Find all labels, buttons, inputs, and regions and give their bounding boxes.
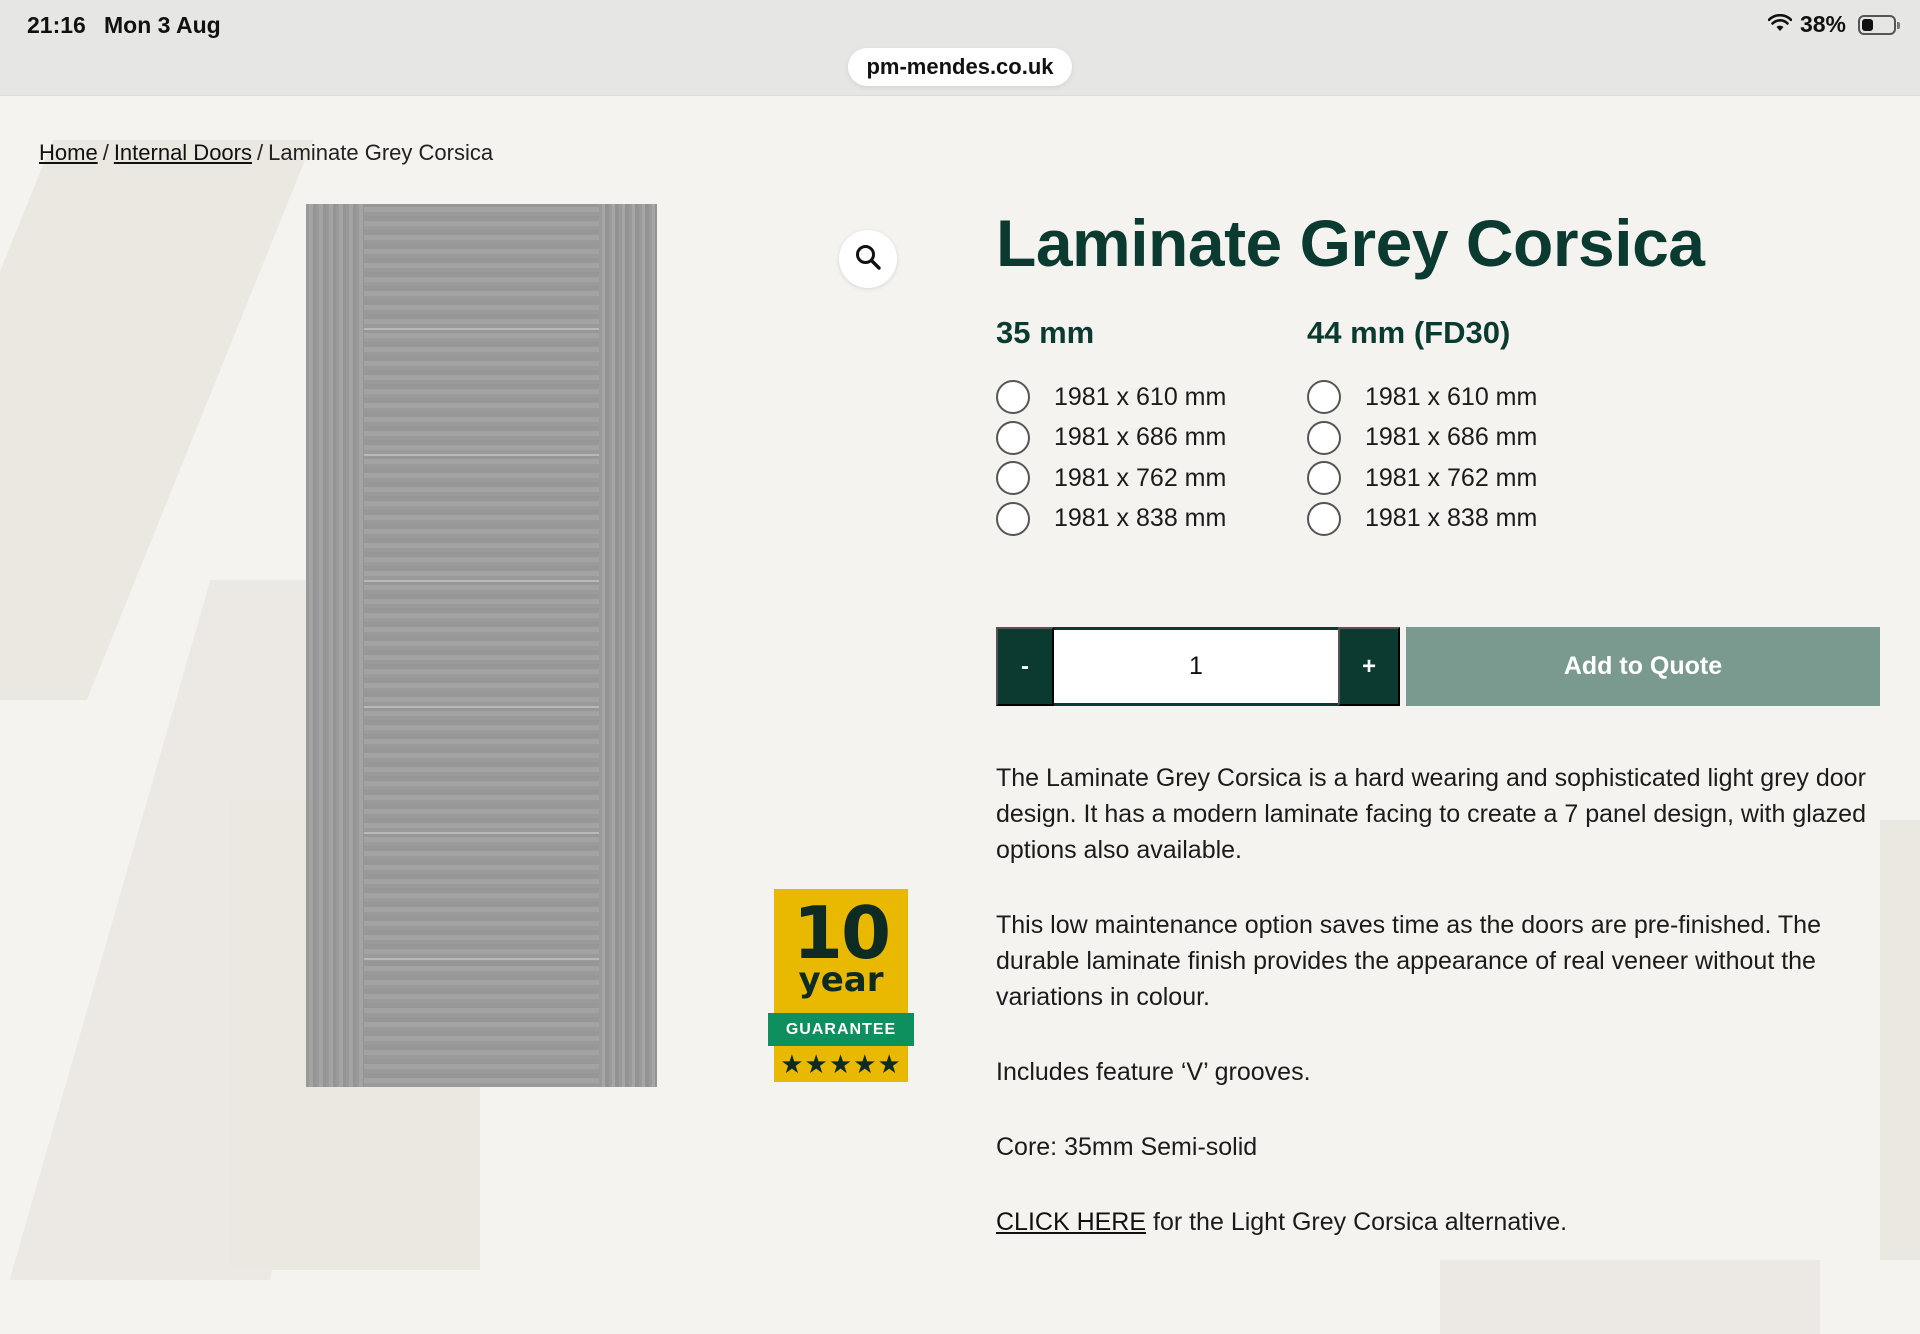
status-date: Mon 3 Aug [104, 12, 221, 38]
status-time: 21:16 [27, 12, 86, 38]
badge-number: 10 [792, 891, 891, 975]
size-option[interactable]: 1981 x 686 mm [1307, 418, 1537, 459]
badge-stars: ★★★★★ [774, 1046, 908, 1082]
size-group-35mm: 35 mm 1981 x 610 mm 1981 x 686 mm 1981 x… [996, 315, 1226, 539]
alternative-link-suffix: for the Light Grey Corsica alternative. [1146, 1208, 1568, 1236]
guarantee-badge: 10 year GUARANTEE ★★★★★ [768, 889, 914, 1082]
battery-percentage: 38% [1799, 11, 1846, 37]
size-option[interactable]: 1981 x 610 mm [996, 377, 1226, 418]
wifi-icon [1767, 11, 1793, 38]
radio-button[interactable] [996, 461, 1030, 496]
product-description: The Laminate Grey Corsica is a hard wear… [996, 760, 1886, 1279]
size-option[interactable]: 1981 x 686 mm [996, 418, 1226, 459]
add-to-quote-button[interactable]: Add to Quote [1406, 627, 1880, 706]
quantity-decrease-button[interactable]: - [996, 627, 1054, 706]
size-option-label: 1981 x 838 mm [1365, 504, 1538, 533]
battery-icon [1858, 14, 1900, 35]
size-option-label: 1981 x 686 mm [1365, 423, 1538, 452]
breadcrumb-home-link[interactable]: Home [39, 140, 98, 165]
size-group-44mm: 44 mm (FD30) 1981 x 610 mm 1981 x 686 mm… [1307, 315, 1537, 539]
breadcrumb-separator: / [102, 140, 109, 165]
badge-guarantee-label: GUARANTEE [768, 1013, 914, 1046]
size-option[interactable]: 1981 x 610 mm [1307, 377, 1537, 418]
breadcrumb-category-link[interactable]: Internal Doors [114, 140, 252, 165]
size-group-heading: 35 mm [996, 315, 1095, 350]
size-option[interactable]: 1981 x 838 mm [996, 499, 1226, 540]
radio-button[interactable] [1307, 501, 1341, 536]
breadcrumb-current: Laminate Grey Corsica [268, 140, 494, 165]
breadcrumb: Home / Internal Doors / Laminate Grey Corsic… [39, 140, 493, 166]
radio-button[interactable] [1307, 461, 1341, 496]
size-option[interactable]: 1981 x 838 mm [1307, 499, 1537, 540]
description-paragraph: The Laminate Grey Corsica is a hard wear… [996, 764, 1866, 864]
quantity-increase-button[interactable]: + [1338, 627, 1400, 706]
description-paragraph: This low maintenance option saves time a… [996, 911, 1821, 1011]
size-option[interactable]: 1981 x 762 mm [996, 458, 1226, 499]
description-paragraph: Includes feature ‘V’ grooves. [996, 1058, 1311, 1086]
size-group-heading: 44 mm (FD30) [1307, 315, 1511, 350]
quantity-input[interactable] [1054, 627, 1338, 706]
size-option-label: 1981 x 610 mm [1054, 382, 1227, 411]
browser-top-bar: 21:16 Mon 3 Aug 38% pm-mendes.co.uk [0, 0, 1920, 96]
url-bar[interactable]: pm-mendes.co.uk [848, 48, 1072, 86]
size-option-label: 1981 x 762 mm [1365, 463, 1538, 492]
radio-button[interactable] [996, 420, 1030, 455]
radio-button[interactable] [996, 380, 1030, 415]
size-option-label: 1981 x 610 mm [1365, 382, 1538, 411]
description-paragraph: Core: 35mm Semi-solid [996, 1133, 1258, 1161]
breadcrumb-separator: / [257, 140, 264, 165]
size-option-label: 1981 x 838 mm [1054, 504, 1227, 533]
click-here-link[interactable]: CLICK HERE [996, 1208, 1146, 1236]
background-shape [1880, 820, 1920, 1260]
size-option-label: 1981 x 762 mm [1054, 463, 1227, 492]
radio-button[interactable] [996, 501, 1030, 536]
product-image-door[interactable] [306, 204, 657, 1087]
size-option[interactable]: 1981 x 762 mm [1307, 458, 1537, 499]
status-indicators: 38% [1767, 11, 1900, 38]
zoom-button[interactable] [839, 230, 897, 288]
size-option-label: 1981 x 686 mm [1054, 423, 1227, 452]
magnifier-icon [854, 243, 882, 276]
alternative-link-paragraph: CLICK HERE for the Light Grey Corsica al… [996, 1204, 1886, 1240]
radio-button[interactable] [1307, 380, 1341, 415]
radio-button[interactable] [1307, 420, 1341, 455]
product-title: Laminate Grey Corsica [996, 206, 1705, 280]
